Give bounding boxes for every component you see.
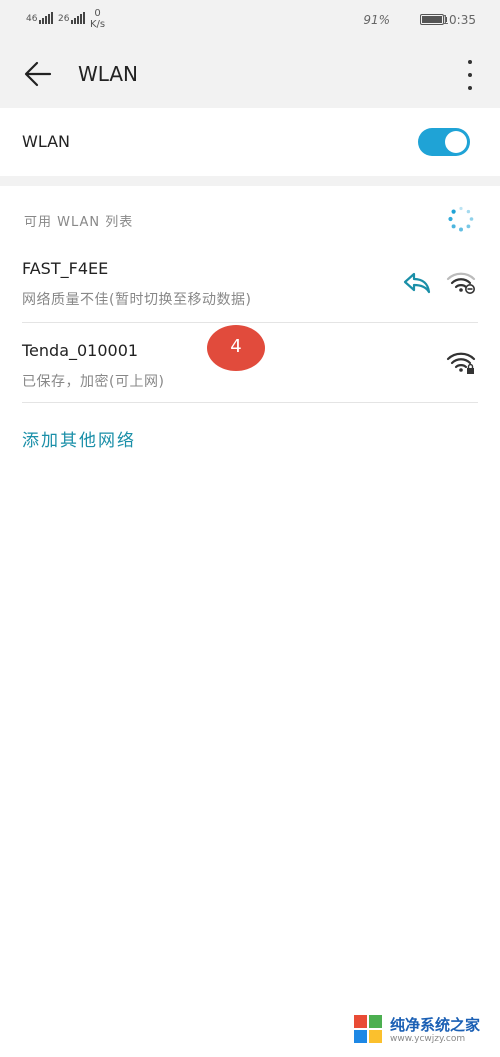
sim1-signal: 46 xyxy=(26,12,54,24)
sim2-signal: 26 xyxy=(58,12,86,24)
net-speed: 0 K/s xyxy=(90,8,105,30)
signal-bars-icon xyxy=(71,12,86,24)
more-options-icon[interactable] xyxy=(460,60,480,90)
add-other-network-link[interactable]: 添加其他网络 xyxy=(22,426,136,451)
wlan-toggle-switch[interactable] xyxy=(418,128,470,156)
sim1-label: 46 xyxy=(26,14,38,24)
net-speed-unit: K/s xyxy=(90,19,106,30)
wifi-weak-icon xyxy=(446,271,476,295)
available-networks-label: 可用 WLAN 列表 xyxy=(24,215,134,230)
sim2-label: 26 xyxy=(58,14,70,24)
network-item-fast[interactable]: FAST_F4EE 网络质量不佳(暂时切换至移动数据) xyxy=(0,243,500,323)
switch-network-icon[interactable] xyxy=(402,271,432,295)
wlan-label: WLAN xyxy=(22,132,71,151)
section-divider xyxy=(0,176,500,186)
loading-spinner-icon xyxy=(448,206,474,232)
page-title: WLAN xyxy=(78,62,139,86)
battery-icon xyxy=(420,14,447,25)
network-name: FAST_F4EE xyxy=(22,259,109,278)
back-arrow-icon[interactable] xyxy=(22,58,54,90)
app-bar: WLAN xyxy=(0,40,500,108)
network-status: 网络质量不佳(暂时切换至移动数据) xyxy=(22,292,252,308)
watermark-title: 纯净系统之家 xyxy=(390,1015,481,1034)
watermark-url: www.ycwjzy.com xyxy=(390,1033,466,1044)
wlan-toggle-row[interactable]: WLAN xyxy=(0,108,500,176)
network-name: Tenda_010001 xyxy=(22,341,139,360)
signal-bars-icon xyxy=(39,12,54,24)
net-speed-value: 0 xyxy=(94,8,101,19)
annotation-step-badge: 4 xyxy=(207,325,265,371)
network-status: 已保存，加密(可上网) xyxy=(22,374,165,390)
list-divider xyxy=(22,402,478,403)
battery-percent: 91% xyxy=(363,13,390,27)
status-bar: 46 26 0 K/s 91% 10:35 xyxy=(0,0,500,40)
watermark: 纯净系统之家 www.ycwjzy.com xyxy=(354,1011,492,1049)
windows-logo-icon xyxy=(354,1015,384,1045)
wifi-locked-icon xyxy=(446,351,476,375)
clock: 10:35 xyxy=(441,13,476,27)
